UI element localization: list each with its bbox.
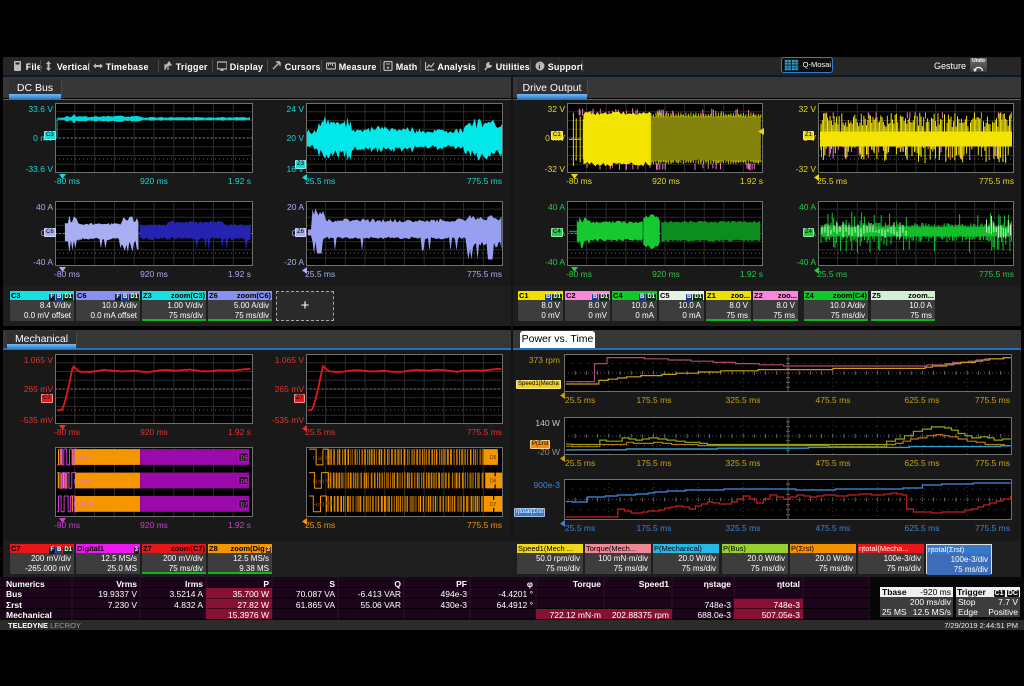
svg-text:D5: D5 (241, 456, 248, 462)
svg-text:i: i (538, 62, 540, 71)
svg-text:Hall W: Hall W (313, 502, 333, 509)
svg-text:Hall U: Hall U (74, 455, 92, 462)
svg-text:D5: D5 (490, 455, 497, 461)
svg-text:D7: D7 (490, 502, 497, 508)
svg-text:Hall V: Hall V (313, 478, 331, 485)
svg-text:D7: D7 (241, 502, 248, 508)
svg-text:D6: D6 (241, 479, 248, 485)
svg-text:Hall V: Hall V (74, 478, 92, 485)
svg-text:D6: D6 (490, 479, 497, 485)
svg-text:Hall U: Hall U (313, 455, 331, 462)
svg-text:Hall W: Hall W (74, 502, 94, 509)
